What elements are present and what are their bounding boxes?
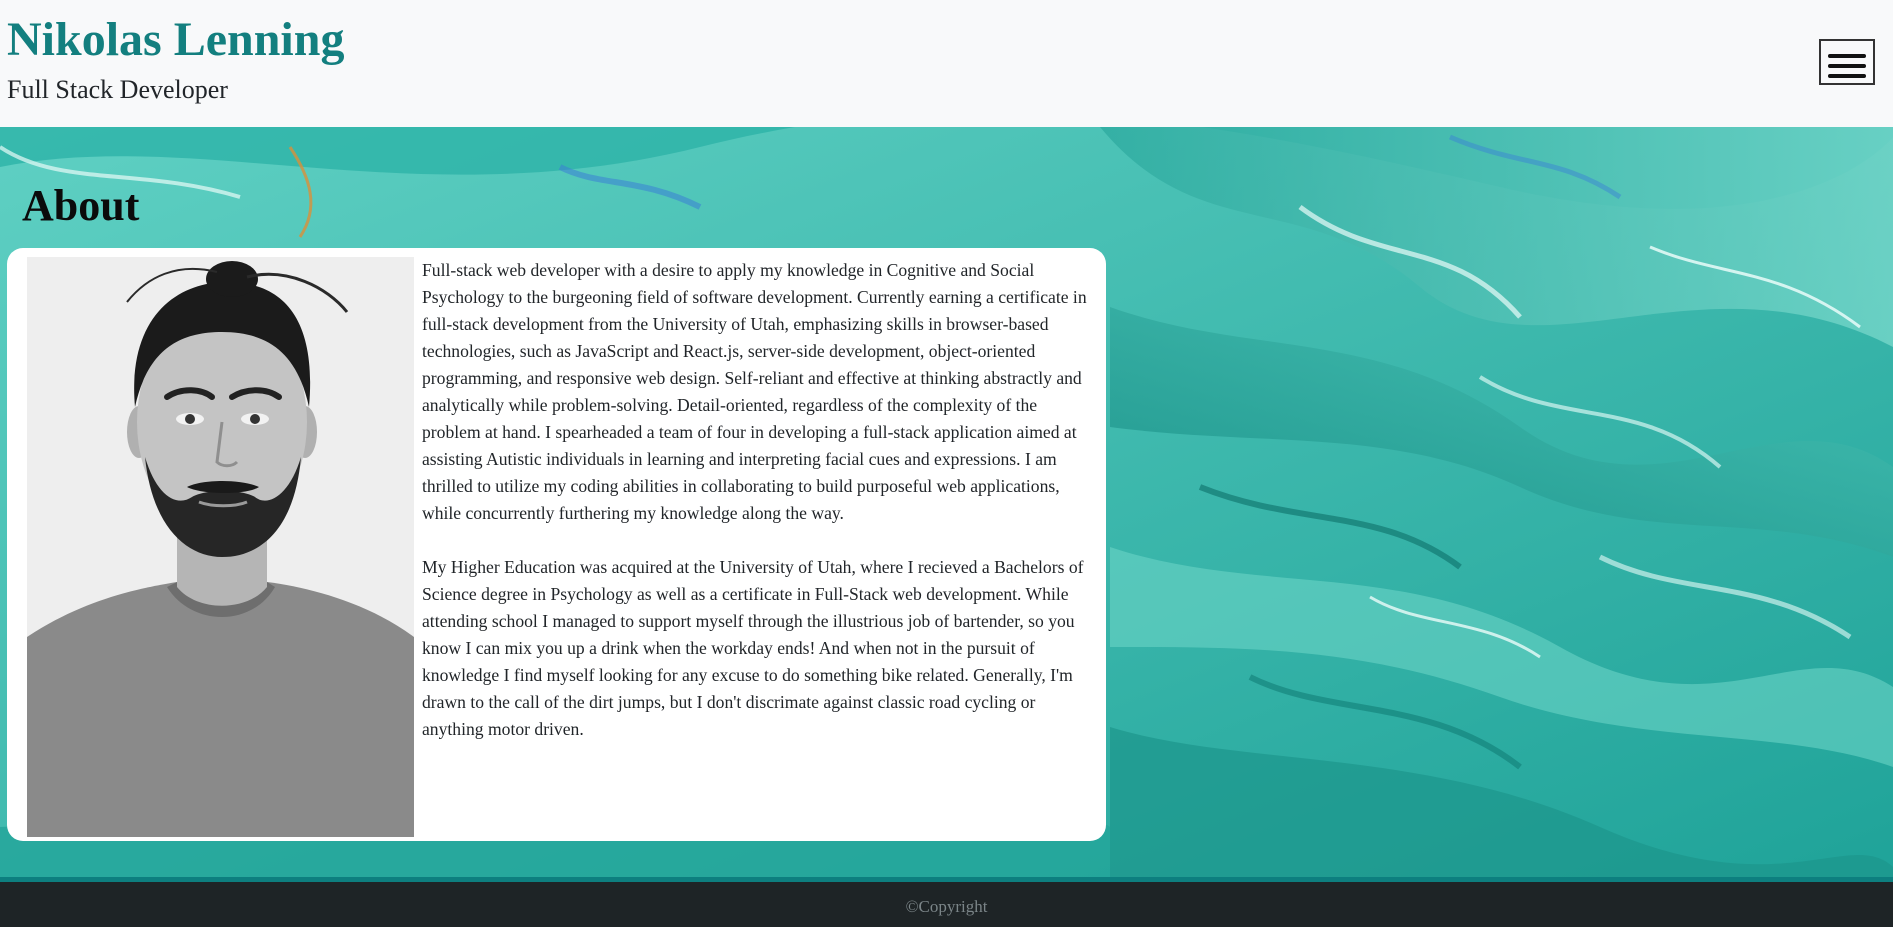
about-heading: About <box>22 181 140 230</box>
copyright-text: ©Copyright <box>905 897 988 916</box>
hamburger-menu-icon <box>1828 53 1866 78</box>
portrait-photo <box>27 257 414 837</box>
about-text: Full-stack web developer with a desire t… <box>422 257 1097 770</box>
about-paragraph-2: My Higher Education was acquired at the … <box>422 557 1084 739</box>
site-title[interactable]: Nikolas Lenning <box>7 10 344 70</box>
portrait-illustration <box>27 257 414 837</box>
hamburger-menu-button[interactable] <box>1819 39 1875 85</box>
site-header: Nikolas Lenning Full Stack Developer <box>0 0 1893 127</box>
about-section: About Full-stack web developer with a de… <box>0 127 1893 877</box>
site-footer: ©Copyright <box>0 877 1893 927</box>
about-card: Full-stack web developer with a desire t… <box>7 248 1106 841</box>
site-subtitle: Full Stack Developer <box>7 75 228 104</box>
about-paragraph-1: Full-stack web developer with a desire t… <box>422 260 1087 523</box>
